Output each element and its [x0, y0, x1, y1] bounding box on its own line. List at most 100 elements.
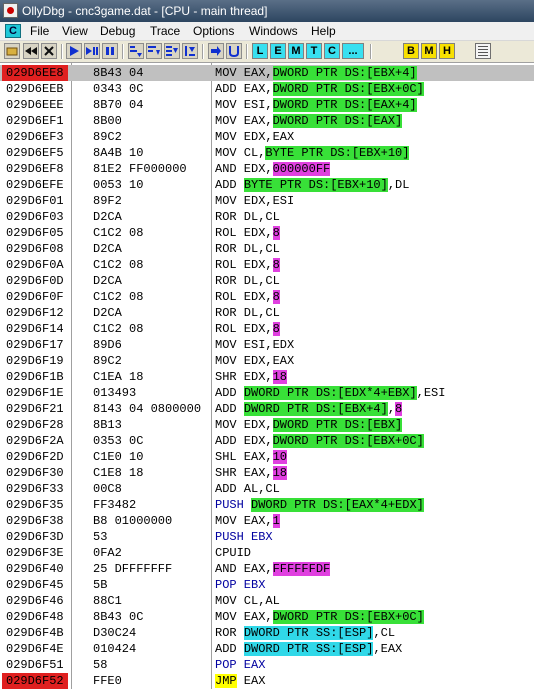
breakpoints-window-button[interactable]: B — [403, 43, 419, 59]
row-address[interactable]: 029D6F19 — [2, 353, 68, 369]
handles-window-button[interactable]: H — [439, 43, 455, 59]
open-icon[interactable] — [4, 43, 20, 59]
row-address[interactable]: 029D6F28 — [2, 417, 68, 433]
go-to-user-code-icon[interactable] — [208, 43, 224, 59]
animate-icon[interactable] — [226, 43, 242, 59]
row-address[interactable]: 029D6F4B — [2, 625, 68, 641]
row-address[interactable]: 029D6F3D — [2, 529, 68, 545]
breakpoint-address[interactable]: 029D6F52 — [2, 673, 68, 689]
memory-map-button[interactable]: M — [421, 43, 437, 59]
row-address[interactable]: 029D6F51 — [2, 657, 68, 673]
row-address[interactable]: 029D6F03 — [2, 209, 68, 225]
menu-windows[interactable]: Windows — [249, 24, 298, 38]
row-address[interactable]: 029D6F21 — [2, 401, 68, 417]
menu-help[interactable]: Help — [311, 24, 336, 38]
row-address[interactable]: 029D6F33 — [2, 481, 68, 497]
row-address[interactable]: 029D6F0F — [2, 289, 68, 305]
disassembly-row[interactable]: 029D6F01 89F2 MOV EDX,ESI — [0, 193, 534, 209]
cpu-window-icon[interactable]: C — [5, 24, 21, 38]
disassembly-row[interactable]: 029D6EF5 8A4B 10 MOV CL,BYTE PTR DS:[EBX+1… — [0, 145, 534, 161]
disassembly-row[interactable]: 029D6F1B C1EA 18 SHR EDX,18 — [0, 369, 534, 385]
disassembly-row[interactable]: 029D6F0F C1C2 08 ROL EDX,8 — [0, 289, 534, 305]
disassembly-row[interactable]: 029D6F52 FFE0 JMP EAX — [0, 673, 534, 689]
menu-file[interactable]: File — [30, 24, 49, 38]
row-address[interactable]: 029D6F08 — [2, 241, 68, 257]
row-address[interactable]: 029D6F38 — [2, 513, 68, 529]
row-address[interactable]: 029D6F01 — [2, 193, 68, 209]
step-over-icon[interactable] — [128, 43, 144, 59]
disassembly-row[interactable]: 029D6F4E 010424 ADD DWORD PTR SS:[ESP],EAX — [0, 641, 534, 657]
disassembly-row[interactable]: 029D6F33 00C8 ADD AL,CL — [0, 481, 534, 497]
execute-till-return-icon[interactable] — [182, 43, 198, 59]
row-address[interactable]: 029D6F35 — [2, 497, 68, 513]
row-address[interactable]: 029D6F05 — [2, 225, 68, 241]
menu-options[interactable]: Options — [193, 24, 234, 38]
disassembly-row[interactable]: 029D6F03 D2CA ROR DL,CL — [0, 209, 534, 225]
row-address[interactable]: 029D6F2A — [2, 433, 68, 449]
disassembly-row[interactable]: 029D6F3D 53 PUSH EBX — [0, 529, 534, 545]
disassembly-row[interactable]: 029D6F14 C1C2 08 ROL EDX,8 — [0, 321, 534, 337]
disassembly-row[interactable]: 029D6F35 FF3482 PUSH DWORD PTR DS:[EAX*4+E… — [0, 497, 534, 513]
row-address[interactable]: 029D6EF1 — [2, 113, 68, 129]
trace-over-icon[interactable] — [164, 43, 180, 59]
disassembly-row[interactable]: 029D6F0A C1C2 08 ROL EDX,8 — [0, 257, 534, 273]
disassembly-row[interactable]: 029D6F2A 0353 0C ADD EDX,DWORD PTR DS:[EBX… — [0, 433, 534, 449]
disassembly-row[interactable]: 029D6F21 8143 04 0800000 ADD DWORD PTR DS:… — [0, 401, 534, 417]
memory-window-button[interactable]: M — [288, 43, 304, 59]
row-address[interactable]: 029D6F46 — [2, 593, 68, 609]
disassembly-row[interactable]: 029D6F2D C1E0 10 SHL EAX,10 — [0, 449, 534, 465]
row-address[interactable]: 029D6F14 — [2, 321, 68, 337]
disassembly-row[interactable]: 029D6F40 25 DFFFFFFF AND EAX,FFFFFFDF — [0, 561, 534, 577]
disassembly-row[interactable]: 029D6EEB 0343 0C ADD EAX,DWORD PTR DS:[EBX… — [0, 81, 534, 97]
log-window-button[interactable]: L — [252, 43, 268, 59]
disassembly-row[interactable]: 029D6EEE 8B70 04 MOV ESI,DWORD PTR DS:[EAX… — [0, 97, 534, 113]
disassembly-row[interactable]: 029D6EF8 81E2 FF000000 AND EDX,000000FF — [0, 161, 534, 177]
disassembly-row[interactable]: 029D6F45 5B POP EBX — [0, 577, 534, 593]
disassembly-row[interactable]: 029D6F38 B8 01000000 MOV EAX,1 — [0, 513, 534, 529]
threads-window-button[interactable]: T — [306, 43, 322, 59]
more-windows-button[interactable]: ... — [342, 43, 364, 59]
disassembly-pane[interactable]: 029D6EE8 8B43 04 MOV EAX,DWORD PTR DS:[EBX… — [0, 63, 534, 689]
row-address[interactable]: 029D6F40 — [2, 561, 68, 577]
disassembly-row[interactable]: 029D6EF3 89C2 MOV EDX,EAX — [0, 129, 534, 145]
close-icon[interactable] — [41, 43, 57, 59]
disassembly-row[interactable]: 029D6F28 8B13 MOV EDX,DWORD PTR DS:[EBX] — [0, 417, 534, 433]
row-address[interactable]: 029D6F3E — [2, 545, 68, 561]
disassembly-row[interactable]: 029D6EE8 8B43 04 MOV EAX,DWORD PTR DS:[EBX… — [0, 65, 534, 81]
row-address[interactable]: 029D6EFE — [2, 177, 68, 193]
row-address[interactable]: 029D6EEE — [2, 97, 68, 113]
row-address[interactable]: 029D6F1E — [2, 385, 68, 401]
disassembly-row[interactable]: 029D6EFE 0053 10 ADD BYTE PTR DS:[EBX+10],… — [0, 177, 534, 193]
step-into-icon[interactable] — [102, 43, 118, 59]
disassembly-row[interactable]: 029D6F46 88C1 MOV CL,AL — [0, 593, 534, 609]
disassembly-row[interactable]: 029D6F51 58 POP EAX — [0, 657, 534, 673]
menu-view[interactable]: View — [62, 24, 88, 38]
row-address[interactable]: 029D6F0A — [2, 257, 68, 273]
cpu-window-button[interactable]: C — [324, 43, 340, 59]
row-address[interactable]: 029D6F12 — [2, 305, 68, 321]
disassembly-row[interactable]: 029D6EF1 8B00 MOV EAX,DWORD PTR DS:[EAX] — [0, 113, 534, 129]
disassembly-row[interactable]: 029D6F4B D30C24 ROR DWORD PTR SS:[ESP],CL — [0, 625, 534, 641]
row-address[interactable]: 029D6F45 — [2, 577, 68, 593]
disassembly-row[interactable]: 029D6F12 D2CA ROR DL,CL — [0, 305, 534, 321]
menu-trace[interactable]: Trace — [150, 24, 180, 38]
rewind-icon[interactable] — [23, 43, 39, 59]
disassembly-row[interactable]: 029D6F19 89C2 MOV EDX,EAX — [0, 353, 534, 369]
menu-debug[interactable]: Debug — [100, 24, 135, 38]
row-address[interactable]: 029D6F30 — [2, 465, 68, 481]
row-address[interactable]: 029D6EEB — [2, 81, 68, 97]
modules-window-button[interactable]: E — [270, 43, 286, 59]
row-address[interactable]: 029D6F1B — [2, 369, 68, 385]
row-address[interactable]: 029D6F4E — [2, 641, 68, 657]
disassembly-row[interactable]: 029D6F08 D2CA ROR DL,CL — [0, 241, 534, 257]
disassembly-row[interactable]: 029D6F17 89D6 MOV ESI,EDX — [0, 337, 534, 353]
row-address[interactable]: 029D6EF8 — [2, 161, 68, 177]
run-icon[interactable] — [66, 43, 82, 59]
row-address[interactable]: 029D6EF5 — [2, 145, 68, 161]
row-address[interactable]: 029D6F0D — [2, 273, 68, 289]
row-address[interactable]: 029D6EF3 — [2, 129, 68, 145]
trace-into-icon[interactable] — [146, 43, 162, 59]
breakpoint-address[interactable]: 029D6EE8 — [2, 65, 68, 81]
disassembly-row[interactable]: 029D6F05 C1C2 08 ROL EDX,8 — [0, 225, 534, 241]
grid-icon[interactable] — [475, 43, 491, 59]
